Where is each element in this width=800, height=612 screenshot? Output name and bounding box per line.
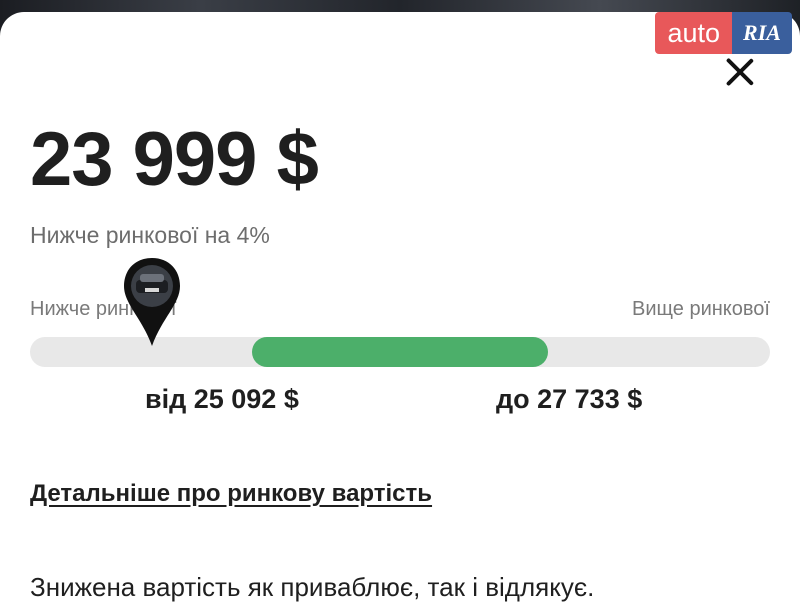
range-from-value: від 25 092 $	[145, 384, 299, 414]
car-price: 23 999 $	[30, 117, 319, 202]
market-range-bar	[252, 337, 548, 367]
logo-ria-text: RIA	[732, 12, 792, 54]
range-to-value: до 27 733 $	[496, 384, 643, 414]
market-value-details-link[interactable]: Детальніше про ринкову вартість	[30, 480, 432, 508]
market-price-sheet: 23 999 $ Нижче ринкової на 4% Нижче ринк…	[0, 12, 800, 612]
description-text: Знижена вартість як приваблює, так і від…	[30, 572, 595, 602]
autoria-logo: auto RIA	[655, 12, 792, 54]
car-location-pin-icon	[124, 258, 181, 346]
market-comparison-note: Нижче ринкової на 4%	[30, 222, 270, 248]
logo-auto-text: auto	[655, 12, 732, 54]
close-icon[interactable]	[722, 54, 758, 90]
above-market-label: Вище ринкової	[632, 298, 770, 320]
